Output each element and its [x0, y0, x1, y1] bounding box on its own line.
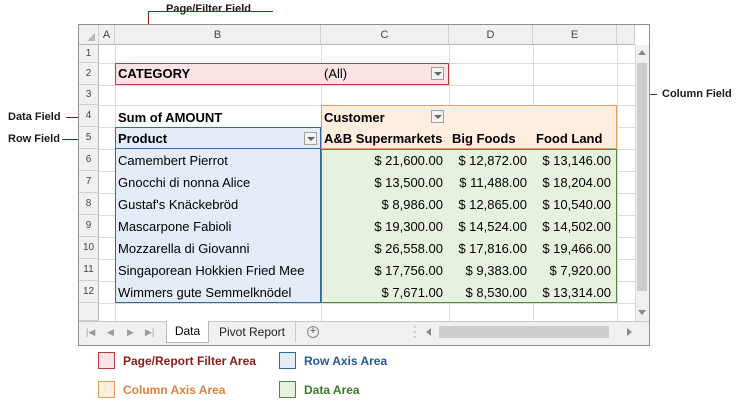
data-cell: $ 18,204.00: [542, 175, 611, 190]
column-header-label: Food Land: [536, 131, 603, 146]
scroll-up-arrow-icon[interactable]: [638, 50, 646, 55]
spreadsheet: A B C D E 1 2 3 4 5 6 7 8 9 10 11 12 CAT…: [78, 24, 650, 346]
row-field-dropdown-button[interactable]: [304, 132, 317, 145]
row-header[interactable]: 6: [79, 149, 99, 171]
last-sheet-icon[interactable]: ▶|: [145, 327, 154, 338]
column-header-label: A&B Supermarkets: [324, 131, 443, 146]
gridline: [617, 45, 618, 321]
callout-page-filter-field: Page/Filter Field: [166, 3, 251, 15]
data-cell: $ 13,146.00: [542, 153, 611, 168]
scroll-left-arrow-icon[interactable]: [426, 328, 431, 336]
column-header-d[interactable]: D: [449, 25, 533, 45]
first-sheet-icon[interactable]: |◀: [86, 327, 95, 338]
data-cell: $ 11,488.00: [459, 175, 527, 190]
tab-splitter-handle[interactable]: · · ·: [413, 322, 417, 343]
tab-data[interactable]: Data: [166, 321, 209, 343]
scroll-right-arrow-icon[interactable]: [627, 328, 632, 336]
row-item-product: Camembert Pierrot: [118, 153, 228, 168]
gridline: [99, 85, 635, 86]
callout-column-field: Column Field: [662, 88, 732, 100]
legend-row-swatch: [279, 352, 296, 369]
column-header-c[interactable]: C: [321, 25, 449, 45]
legend-filter-swatch: [98, 352, 115, 369]
data-cell: $ 7,920.00: [549, 263, 611, 278]
legend-data-label: Data Area: [304, 383, 360, 397]
callout-row-field: Row Field: [8, 133, 60, 145]
data-cell: $ 13,314.00: [542, 285, 611, 300]
data-cell: $ 14,502.00: [542, 219, 611, 234]
row-header[interactable]: 3: [79, 85, 99, 105]
column-header-b[interactable]: B: [115, 25, 321, 45]
column-header-blank: [617, 25, 635, 45]
row-header[interactable]: 8: [79, 193, 99, 215]
callout-page-filter-line-h: [148, 11, 273, 12]
filter-dropdown-button[interactable]: [431, 67, 444, 80]
filter-value: (All): [324, 66, 348, 81]
tab-pivot-report[interactable]: Pivot Report: [209, 322, 296, 342]
legend-column-label: Column Axis Area: [123, 383, 226, 397]
data-cell: $ 12,865.00: [458, 197, 527, 212]
row-item-product: Gnocchi di nonna Alice: [118, 175, 251, 190]
data-cell: $ 26,558.00: [374, 241, 443, 256]
scroll-down-arrow-icon[interactable]: [638, 310, 646, 315]
data-cell: $ 14,524.00: [458, 219, 527, 234]
data-cell: $ 13,500.00: [374, 175, 443, 190]
column-field-dropdown-button[interactable]: [431, 110, 444, 123]
column-field-label: Customer: [324, 110, 385, 125]
data-cell: $ 9,383.00: [465, 263, 527, 278]
row-header[interactable]: 12: [79, 281, 99, 303]
add-sheet-icon[interactable]: +: [307, 326, 319, 338]
row-header[interactable]: 9: [79, 215, 99, 237]
prev-sheet-icon[interactable]: ◀: [107, 327, 114, 338]
filter-label: CATEGORY: [118, 66, 191, 81]
row-item-product: Wimmers gute Semmelknödel: [118, 285, 292, 300]
select-all-triangle: [87, 33, 95, 41]
column-header-a[interactable]: A: [99, 25, 115, 45]
vertical-scrollbar-thumb[interactable]: [637, 63, 647, 291]
row-item-product: Gustaf's Knäckebröd: [118, 197, 239, 212]
row-header[interactable]: 5: [79, 127, 99, 149]
legend-data-swatch: [279, 381, 296, 398]
row-header[interactable]: 4: [79, 105, 99, 127]
column-header-label: Big Foods: [452, 131, 516, 146]
data-cell: $ 8,530.00: [465, 285, 527, 300]
data-cell: $ 19,300.00: [374, 219, 443, 234]
data-cell: $ 10,540.00: [542, 197, 611, 212]
data-cell: $ 12,872.00: [458, 153, 527, 168]
data-cell: $ 7,671.00: [381, 285, 443, 300]
data-cell: $ 17,816.00: [458, 241, 527, 256]
data-cell: $ 21,600.00: [374, 153, 443, 168]
column-header-e[interactable]: E: [533, 25, 617, 45]
gridline: [99, 303, 635, 304]
callout-data-field: Data Field: [8, 111, 61, 123]
row-item-product: Mascarpone Fabioli: [118, 219, 232, 234]
row-item-product: Singaporean Hokkien Fried Mee: [118, 263, 305, 278]
row-field-label: Product: [118, 131, 168, 146]
row-header[interactable]: 11: [79, 259, 99, 281]
data-field-label: Sum of AMOUNT: [118, 110, 223, 125]
horizontal-scrollbar-thumb[interactable]: [439, 326, 609, 338]
data-cell: $ 19,466.00: [542, 241, 611, 256]
row-header[interactable]: 7: [79, 171, 99, 193]
row-header[interactable]: 1: [79, 45, 99, 63]
row-header[interactable]: 10: [79, 237, 99, 259]
row-header-blank: [79, 303, 99, 321]
legend-filter-label: Page/Report Filter Area: [123, 354, 256, 368]
legend-column-swatch: [98, 381, 115, 398]
data-cell: $ 17,756.00: [374, 263, 443, 278]
data-cell: $ 8,986.00: [381, 197, 443, 212]
row-header[interactable]: 2: [79, 63, 99, 85]
row-item-product: Mozzarella di Giovanni: [118, 241, 250, 256]
next-sheet-icon[interactable]: ▶: [127, 327, 134, 338]
legend-row-label: Row Axis Area: [304, 354, 388, 368]
row-field-underline: [115, 148, 321, 149]
